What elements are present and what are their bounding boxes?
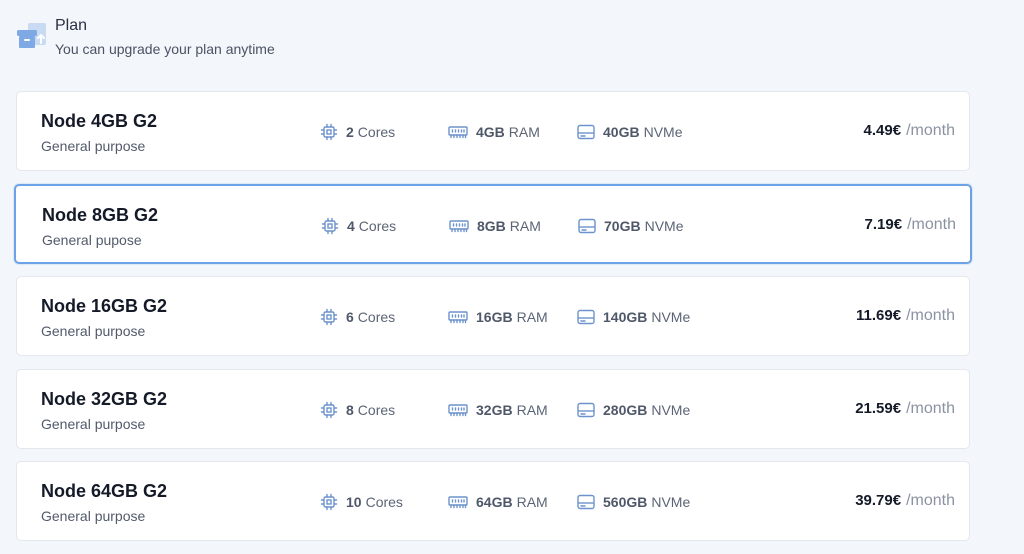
plan-purpose: General pupose [42, 231, 142, 248]
price-period: /month [907, 215, 956, 233]
ram-label: RAM [516, 309, 548, 325]
hard-drive-icon [577, 494, 595, 510]
cores-value: 2 [346, 124, 354, 140]
disk-label: NVMe [644, 217, 684, 234]
memory-module-icon [448, 496, 468, 509]
plan-section-header: Plan You can upgrade your plan anytime [16, 14, 275, 59]
price-amount: 21.59€ [855, 399, 902, 417]
plan-option[interactable]: Node 32GB G2 General purpose 8 Cores 32G… [16, 368, 970, 449]
ram-spec: 4GB RAM [448, 122, 540, 142]
cpu-chip-icon [320, 493, 338, 511]
ram-spec: 32GB RAM [448, 400, 548, 420]
cores-value: 4 [347, 217, 355, 234]
cores-label: Cores [357, 124, 396, 140]
disk-spec: 70GB NVMe [578, 216, 683, 236]
disk-value: 560GB [603, 494, 648, 510]
ram-value: 16GB [476, 309, 513, 325]
ram-value: 4GB [476, 124, 505, 140]
hard-drive-icon [577, 124, 595, 140]
ram-label: RAM [516, 494, 548, 510]
disk-value: 140GB [603, 309, 648, 325]
plan-name: Node 16GB G2 [41, 296, 168, 316]
ram-spec: 64GB RAM [448, 492, 548, 512]
ram-label: RAM [508, 124, 540, 140]
page-subtitle: You can upgrade your plan anytime [55, 41, 275, 57]
memory-module-icon [448, 126, 468, 139]
disk-spec: 560GB NVMe [577, 492, 690, 512]
ram-value: 32GB [476, 401, 513, 418]
price-amount: 4.49€ [863, 122, 902, 139]
cores-label: Cores [357, 401, 396, 418]
disk-label: NVMe [651, 401, 691, 418]
cpu-spec: 8 Cores [320, 400, 395, 420]
ram-value: 64GB [476, 494, 513, 510]
plan-name: Node 4GB G2 [41, 111, 158, 131]
cpu-spec: 2 Cores [320, 122, 395, 142]
ram-value: 8GB [477, 217, 506, 234]
cpu-chip-icon [320, 123, 338, 141]
cpu-spec: 4 Cores [321, 216, 396, 236]
cores-value: 10 [346, 494, 362, 510]
disk-label: NVMe [651, 309, 691, 325]
plan-price: 4.49€/month [864, 122, 955, 140]
ram-spec: 16GB RAM [448, 307, 548, 327]
cpu-chip-icon [320, 308, 338, 326]
page-title: Plan [55, 17, 88, 34]
disk-value: 70GB [604, 217, 641, 234]
plan-option[interactable]: Node 64GB G2 General purpose 10 Cores 64… [16, 461, 970, 541]
ram-label: RAM [516, 401, 548, 418]
price-amount: 11.69€ [856, 307, 902, 324]
memory-module-icon [448, 403, 468, 416]
cpu-chip-icon [321, 217, 339, 234]
cpu-spec: 10 Cores [320, 492, 403, 512]
plan-list: Node 4GB G2 General purpose 2 Cores 4GB … [14, 91, 972, 554]
hard-drive-icon [577, 309, 595, 325]
plan-price: 7.19€/month [865, 216, 956, 234]
cores-label: Cores [365, 494, 403, 510]
price-period: /month [906, 492, 955, 509]
cores-value: 8 [346, 401, 354, 418]
disk-label: NVMe [651, 494, 691, 510]
hard-drive-icon [577, 402, 595, 417]
disk-spec: 40GB NVMe [577, 122, 682, 142]
plan-purpose: General purpose [41, 415, 146, 432]
plan-name: Node 32GB G2 [41, 388, 168, 409]
ram-spec: 8GB RAM [449, 216, 541, 236]
disk-spec: 280GB NVMe [577, 400, 690, 420]
plan-purpose: General purpose [41, 138, 146, 154]
plan-price: 11.69€/month [856, 307, 955, 325]
ram-label: RAM [509, 217, 541, 234]
plan-name: Node 64GB G2 [41, 481, 168, 501]
cpu-chip-icon [320, 401, 338, 418]
plan-option[interactable]: Node 8GB G2 General pupose 4 Cores 8GB R… [14, 183, 972, 264]
plan-option[interactable]: Node 4GB G2 General purpose 2 Cores 4GB … [16, 91, 970, 171]
hard-drive-icon [578, 218, 596, 233]
price-period: /month [906, 399, 955, 417]
disk-value: 280GB [603, 401, 648, 418]
plan-price: 21.59€/month [855, 400, 955, 418]
disk-value: 40GB [603, 124, 640, 140]
cores-label: Cores [358, 217, 397, 234]
price-period: /month [906, 307, 955, 324]
plan-price: 39.79€/month [855, 492, 955, 510]
memory-module-icon [448, 311, 468, 324]
memory-module-icon [449, 219, 469, 232]
disk-spec: 140GB NVMe [577, 307, 690, 327]
price-amount: 39.79€ [855, 492, 902, 509]
plan-option[interactable]: Node 16GB G2 General purpose 6 Cores 16G… [16, 276, 970, 356]
archive-box-icon [17, 23, 46, 48]
price-amount: 7.19€ [864, 215, 903, 233]
price-period: /month [906, 122, 955, 139]
cores-label: Cores [357, 309, 396, 325]
plan-name: Node 8GB G2 [42, 204, 159, 225]
plan-purpose: General purpose [41, 323, 146, 339]
cores-value: 6 [346, 309, 354, 325]
disk-label: NVMe [643, 124, 683, 140]
cpu-spec: 6 Cores [320, 307, 395, 327]
plan-purpose: General purpose [41, 508, 146, 524]
